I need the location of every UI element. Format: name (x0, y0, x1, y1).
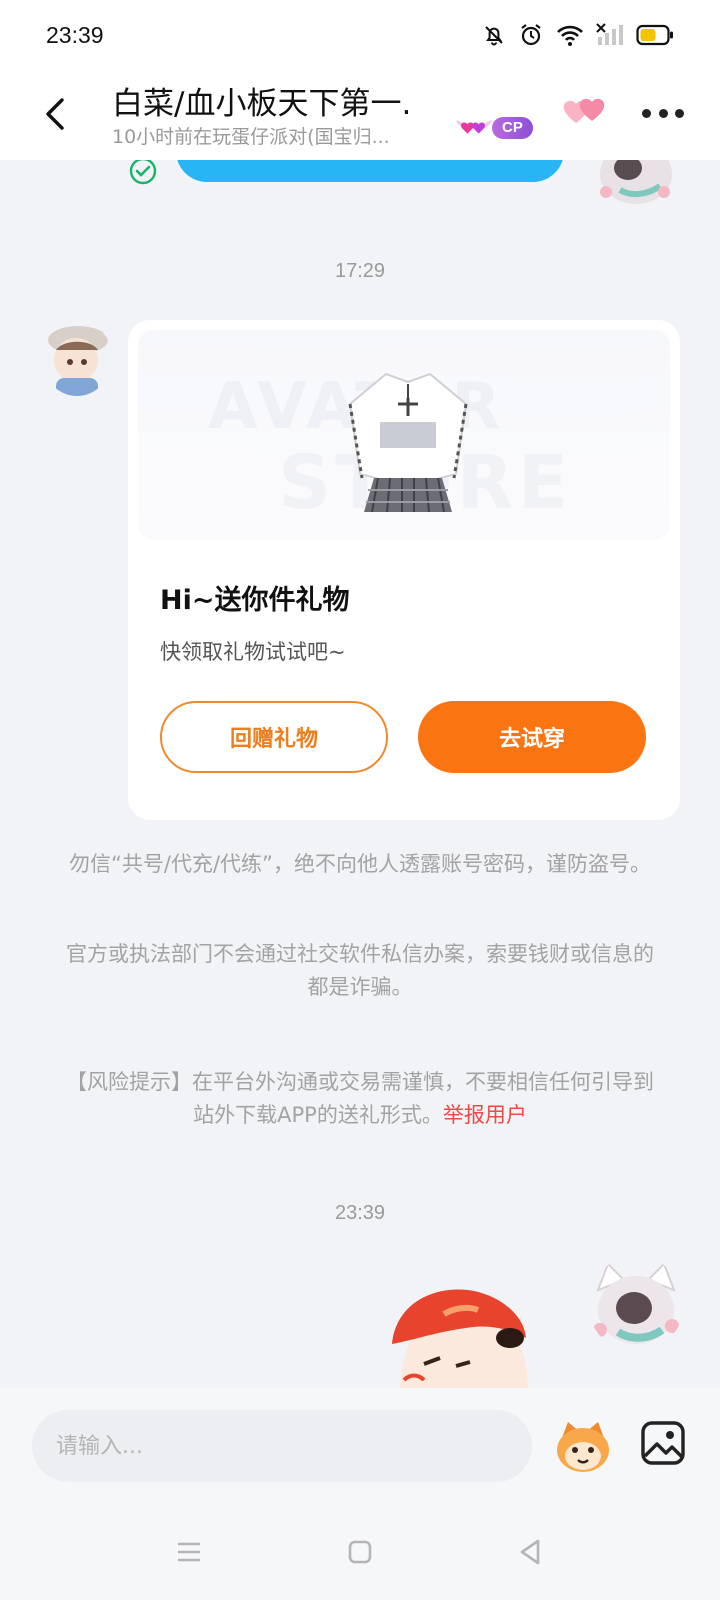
battery-icon (636, 24, 673, 46)
more-icon-dot (658, 108, 668, 118)
chat-header: 白菜/血小板天下第一. 10小时前在玩蛋仔派对(国宝归... CP (0, 70, 720, 160)
gift-outfit-image[interactable]: AVATAR STORE (138, 330, 670, 540)
image-icon (641, 1421, 685, 1465)
security-notice-fraud: 官方或执法部门不会通过社交软件私信办案，索要钱财或信息的都是诈骗。 (66, 942, 654, 999)
self-avatar[interactable] (590, 160, 682, 210)
emoji-sticker-icon (557, 1422, 609, 1472)
status-time: 23:39 (46, 21, 104, 48)
image-picker-button[interactable] (640, 1420, 686, 1466)
back-triangle-icon[interactable] (518, 1538, 542, 1566)
more-icon-dot (642, 108, 651, 118)
read-check-icon (129, 160, 157, 185)
gift-message-card[interactable]: AVATAR STORE Hi~送你件礼物 快领取礼物试试吧~ 回赠礼物 去试穿 (128, 320, 680, 820)
try-on-button[interactable]: 去试穿 (418, 701, 646, 773)
wifi-icon (557, 25, 583, 46)
signal-off-icon (596, 23, 623, 45)
chat-title[interactable]: 白菜/血小板天下第一. (112, 78, 432, 123)
more-icon-dot (675, 108, 684, 118)
return-gift-button[interactable]: 回赠礼物 (160, 701, 388, 773)
message-input-bar (0, 1388, 720, 1500)
more-button[interactable] (642, 98, 684, 128)
security-notice-account: 勿信“共号/代充/代练”，绝不向他人透露账号密码，谨防盗号。 (69, 852, 651, 876)
gift-card-title: Hi~送你件礼物 (160, 585, 350, 616)
sticker-button[interactable] (554, 1418, 612, 1474)
outfit-illustration (348, 372, 468, 513)
peer-avatar[interactable] (42, 320, 112, 396)
sticker-message[interactable] (384, 1284, 544, 1388)
alarm-icon (521, 24, 541, 46)
cp-label: CP (492, 117, 533, 139)
back-icon (46, 98, 64, 130)
self-avatar[interactable] (588, 1256, 684, 1352)
sent-message-bubble[interactable] (176, 160, 564, 182)
cp-badge[interactable]: CP (452, 114, 544, 142)
report-user-link[interactable]: 举报用户 (443, 1103, 527, 1127)
risk-notice: 【风险提示】在平台外沟通或交易需谨慎，不要相信任何引导到站外下载APP的送礼形式… (58, 1066, 662, 1132)
message-timestamp: 17:29 (334, 260, 386, 282)
message-timestamp: 23:39 (334, 1202, 386, 1224)
chat-subtitle-status: 10小时前在玩蛋仔派对(国宝归... (112, 126, 390, 148)
status-bar: 23:39 (0, 0, 720, 70)
hearts-icon (563, 98, 605, 123)
chat-message-list[interactable]: 17:29 AVATAR STORE (0, 160, 720, 1388)
home-icon[interactable] (348, 1540, 372, 1564)
intimacy-hearts-button[interactable] (560, 92, 612, 132)
risk-notice-text: 【风险提示】在平台外沟通或交易需谨慎，不要相信任何引导到站外下载APP的送礼形式… (66, 1070, 654, 1127)
gift-card-subtitle: 快领取礼物试试吧~ (160, 640, 346, 664)
message-input[interactable] (32, 1410, 532, 1482)
status-icons (482, 22, 674, 48)
back-button[interactable] (36, 92, 76, 136)
cp-hearts-icon (456, 120, 492, 134)
system-nav-bar (0, 1500, 720, 1600)
bell-off-icon (485, 26, 503, 46)
menu-icon[interactable] (176, 1540, 202, 1564)
